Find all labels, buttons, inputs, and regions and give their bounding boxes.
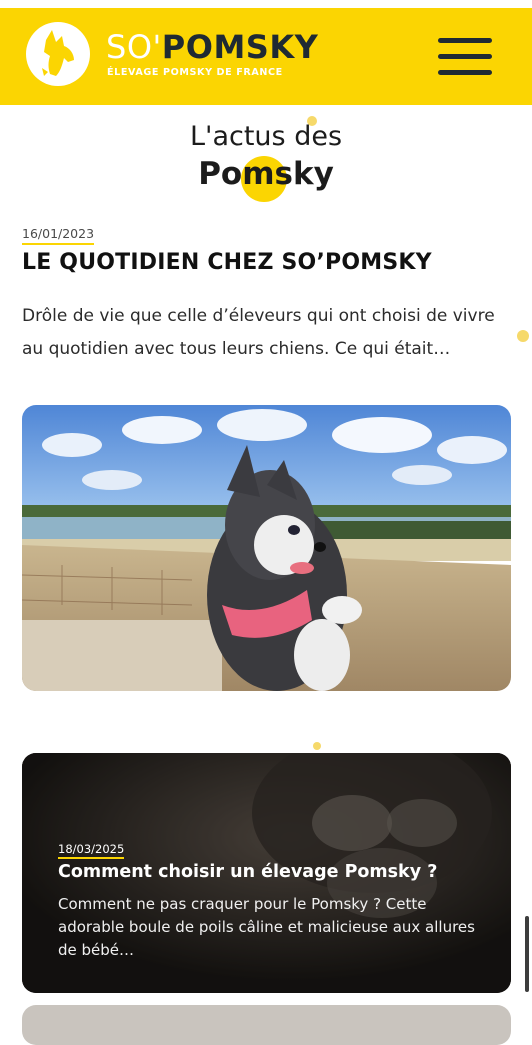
post-excerpt: Drôle de vie que celle d’éleveurs qui on… [22,306,495,359]
section-title-line2: Pomsky [198,156,334,192]
brand-word: POMSKY [161,28,319,66]
post-excerpt: Comment ne pas craquer pour le Pomsky ? … [58,895,475,959]
brand-prefix: SO' [106,28,162,66]
decorative-dot [517,330,529,342]
hamburger-menu-icon[interactable] [438,38,492,82]
status-bar-area [0,0,532,8]
site-header: SO'POMSKY ÉLEVAGE POMSKY DE FRANCE [0,8,532,105]
scrollbar-thumb[interactable] [525,916,529,992]
dog-head-logo-icon [42,30,74,76]
post-title-link[interactable]: LE QUOTIDIEN CHEZ SO’POMSKY [22,250,432,275]
post-date: 18/03/2025 [58,842,125,859]
featured-post-card[interactable]: 18/03/2025 Comment choisir un élevage Po… [22,753,511,993]
post-title: Comment choisir un élevage Pomsky ? [58,862,438,882]
brand-tagline: ÉLEVAGE POMSKY DE FRANCE [107,67,283,78]
decorative-dot [313,742,321,750]
site-logo[interactable] [26,22,90,86]
section-title: L'actus des Pomsky [0,120,532,194]
next-post-card[interactable] [22,1005,511,1045]
section-title-line1: L'actus des [189,121,343,152]
pomsky-puppy-on-wall-photo[interactable] [22,405,511,691]
brand-name[interactable]: SO'POMSKY [106,30,318,64]
post-date: 16/01/2023 [22,226,95,245]
